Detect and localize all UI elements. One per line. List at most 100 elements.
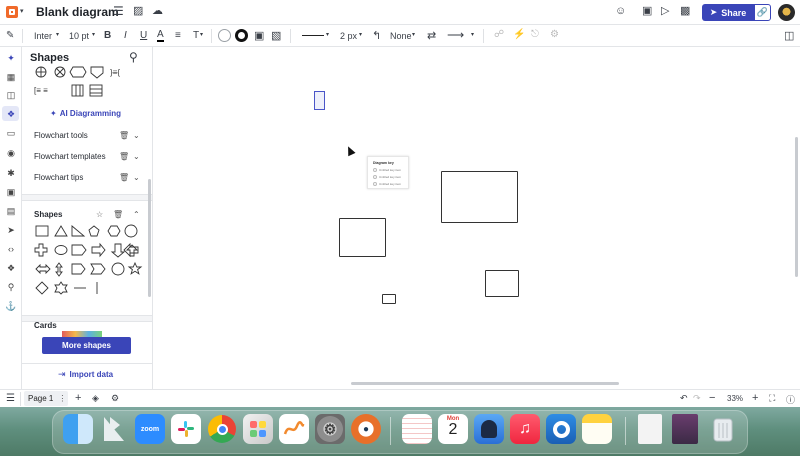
add-page-icon[interactable]: + — [75, 392, 81, 404]
swap-arrows-icon[interactable]: ⇄ — [427, 29, 436, 42]
system-settings-icon[interactable]: ⚙ — [315, 414, 345, 444]
shapes-library-grid[interactable] — [34, 223, 144, 295]
line-color-button[interactable] — [235, 29, 248, 42]
page-tab[interactable]: Page 1 ⋮ — [24, 391, 68, 406]
lock-icon[interactable]: ⎋ — [531, 29, 539, 40]
backup-app-icon[interactable] — [474, 414, 504, 444]
sparkle-icon[interactable]: ✦ — [5, 52, 17, 64]
import-data-button[interactable]: ⇥ Import data — [58, 369, 113, 380]
chevron-down-icon[interactable]: ▾ — [471, 31, 474, 38]
flowchart-templates-section[interactable]: Flowchart templates 🗑 ⌄ — [22, 146, 152, 167]
arrow-start-select[interactable]: None — [390, 31, 412, 41]
quicktime-icon[interactable] — [546, 414, 576, 444]
recent-screenshot-icon[interactable] — [672, 414, 698, 444]
present-icon[interactable]: ▷ — [661, 4, 669, 17]
fill-color-button[interactable] — [218, 29, 231, 42]
vpn-app-icon[interactable]: ● — [351, 414, 381, 444]
shape-thumbnails-top[interactable]: }≡{ [≡ ≡ — [32, 66, 150, 100]
shapes-icon[interactable]: ❖ — [5, 108, 17, 120]
trash-icon[interactable]: 🗑 — [119, 152, 129, 161]
zoom-in-icon[interactable]: + — [752, 392, 758, 404]
chevron-down-icon[interactable]: ▾ — [200, 31, 203, 38]
launchpad-icon[interactable] — [243, 414, 273, 444]
italic-button[interactable]: I — [124, 30, 127, 41]
page-list-icon[interactable]: ☰ — [6, 393, 15, 404]
app-logo-icon[interactable] — [6, 6, 18, 18]
help-icon[interactable]: ⓘ — [786, 393, 795, 406]
avatar[interactable] — [778, 4, 795, 21]
action-icon[interactable]: ⚡ — [513, 29, 525, 40]
chevron-down-icon[interactable]: ⌄ — [133, 131, 140, 140]
selected-small-shape[interactable] — [314, 91, 325, 110]
panel-toggle-icon[interactable]: ◫ — [784, 29, 794, 42]
ai-diagramming-button[interactable]: ✦ AI Diagramming — [50, 109, 121, 118]
image-icon[interactable]: ▧ — [271, 29, 281, 42]
fill-icon[interactable]: ◉ — [5, 147, 17, 159]
layers-icon[interactable]: ◈ — [92, 393, 99, 404]
document-title[interactable]: Blank diagram — [36, 5, 119, 19]
fit-to-screen-icon[interactable]: ⛶ — [769, 393, 775, 404]
trash-icon[interactable]: 🗑 — [119, 173, 129, 182]
rectangle-shape-tiny[interactable] — [382, 294, 396, 304]
rectangle-shape-small[interactable] — [485, 270, 519, 297]
text-color-button[interactable]: A — [157, 29, 164, 42]
stroke-width-select[interactable]: 2 px — [340, 31, 357, 41]
menu-icon[interactable]: ☰ — [113, 4, 124, 18]
recent-document-icon[interactable] — [638, 414, 662, 444]
line-routing-icon[interactable]: ↰ — [372, 29, 381, 42]
plugin-icon[interactable]: ⚓ — [5, 300, 17, 312]
chevron-down-icon[interactable]: ⌄ — [133, 173, 140, 182]
more-vertical-icon[interactable]: ⋮ — [58, 394, 66, 403]
video-icon[interactable]: ▩ — [680, 4, 690, 17]
freeform-icon[interactable] — [279, 414, 309, 444]
gift-icon[interactable]: ▨ — [133, 4, 143, 17]
lucid-app-icon[interactable] — [99, 414, 129, 444]
trash-icon[interactable]: 🗑 — [119, 131, 129, 140]
vertical-scrollbar[interactable] — [795, 137, 798, 277]
undo-icon[interactable]: ↶ — [680, 393, 688, 404]
chevron-down-icon[interactable]: ▾ — [326, 31, 329, 38]
frame-icon[interactable]: ▭ — [5, 127, 17, 139]
diagram-key-legend[interactable]: Diagram key Untitled key item Untitled k… — [367, 156, 409, 189]
rocket-icon[interactable]: ➤ — [5, 224, 17, 236]
cards-section-header[interactable]: Cards — [22, 317, 152, 329]
music-icon[interactable]: ♫ — [510, 414, 540, 444]
font-family-select[interactable]: Inter — [34, 31, 52, 41]
redo-icon[interactable]: ↷ — [693, 393, 701, 404]
zoom-out-icon[interactable]: − — [709, 392, 715, 404]
share-button[interactable]: ➤ Share — [702, 4, 754, 21]
shape-options-icon[interactable]: ▣ — [254, 29, 264, 42]
flowchart-tips-section[interactable]: Flowchart tips 🗑 ⌄ — [22, 167, 152, 188]
calendar-icon[interactable]: Mon 2 — [438, 414, 468, 444]
image-icon[interactable]: ▣ — [5, 186, 17, 198]
search-icon[interactable]: ⚲ — [129, 50, 138, 64]
magic-wand-icon[interactable]: ✱ — [5, 167, 17, 179]
panel-scrollbar[interactable] — [148, 179, 151, 297]
text-options-button[interactable]: T — [193, 30, 199, 41]
comment-icon[interactable]: ▣ — [642, 4, 652, 17]
collaborators-icon[interactable]: ☺ — [615, 5, 626, 17]
zoom-level[interactable]: 33% — [727, 394, 743, 403]
star-icon[interactable]: ☆ — [96, 210, 103, 219]
zoom-app-icon[interactable]: zoom — [135, 414, 165, 444]
diagram-canvas[interactable]: Diagram key Untitled key item Untitled k… — [153, 47, 800, 389]
bold-button[interactable]: B — [104, 30, 111, 41]
notes-icon[interactable] — [582, 414, 612, 444]
chevron-down-icon[interactable]: ⌄ — [133, 152, 140, 161]
line-style-select[interactable] — [302, 35, 324, 36]
rectangle-shape-medium[interactable] — [339, 218, 386, 257]
templates-icon[interactable]: ◫ — [5, 89, 17, 101]
chevron-up-icon[interactable]: ⌃ — [133, 210, 140, 219]
notes-doc-icon[interactable] — [402, 414, 432, 444]
slack-icon[interactable] — [171, 414, 201, 444]
link-icon[interactable]: ☍ — [494, 29, 504, 40]
chrome-icon[interactable] — [207, 414, 237, 444]
rectangle-shape-large[interactable] — [441, 171, 518, 223]
search-shape-icon[interactable]: ⚲ — [5, 281, 17, 293]
more-options-icon[interactable]: ⚙ — [550, 29, 559, 40]
copy-link-button[interactable]: 🔗 — [754, 4, 771, 21]
chevron-down-icon[interactable]: ▾ — [20, 7, 24, 15]
cloud-icon[interactable]: ☁ — [152, 4, 163, 17]
chevron-down-icon[interactable]: ▾ — [92, 31, 95, 38]
trash-icon[interactable]: 🗑 — [113, 210, 123, 219]
